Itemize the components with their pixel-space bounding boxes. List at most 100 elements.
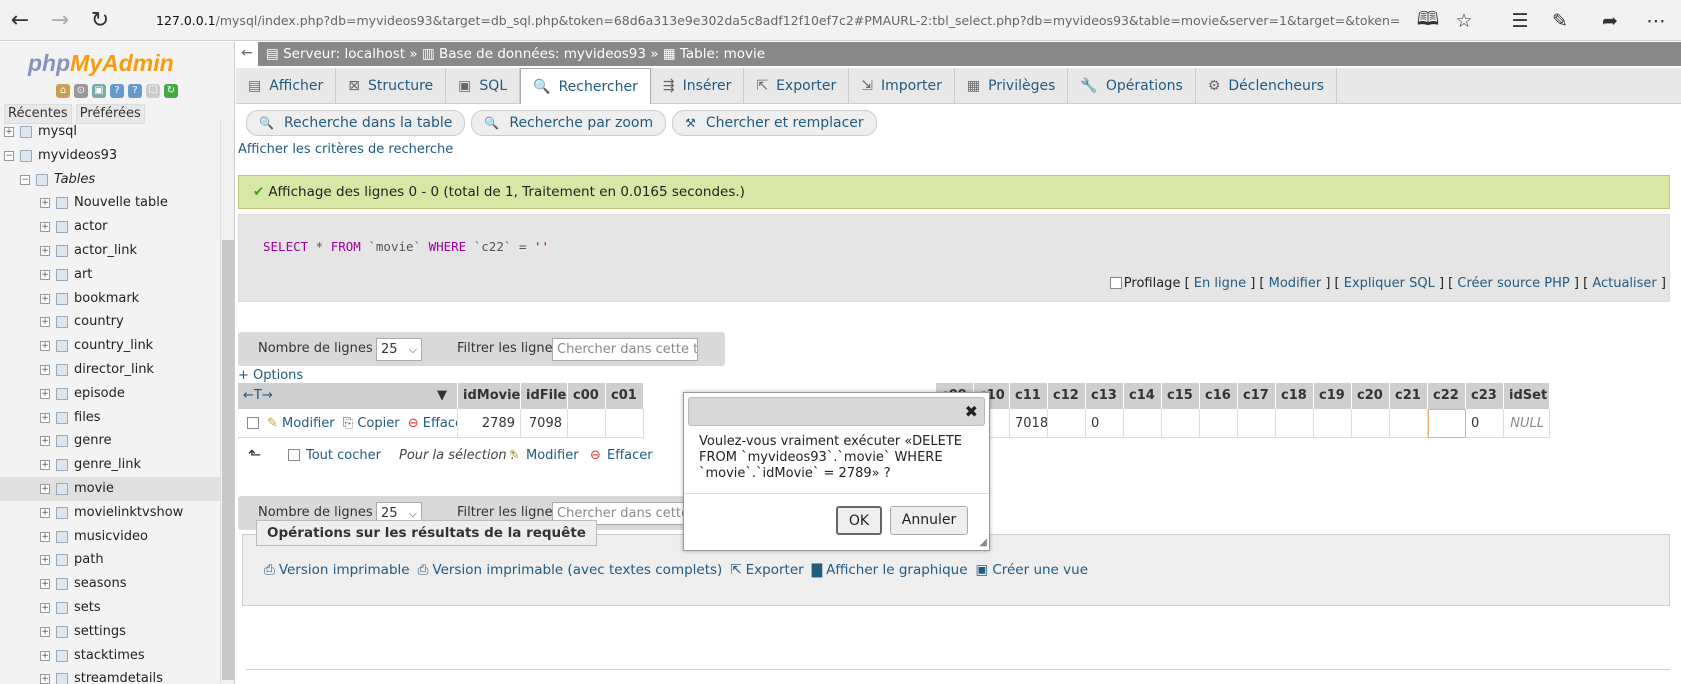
share-icon[interactable]: ➦ [1590,0,1630,41]
cell-c01[interactable] [606,409,644,438]
expand-icon[interactable]: + [40,602,50,613]
column-header-c17[interactable]: c17 [1238,383,1276,409]
forward-icon[interactable]: → [40,0,80,41]
close-icon[interactable]: ✖ [965,402,978,421]
tree-item[interactable]: + country_link [0,334,220,358]
tree-item[interactable]: − myvideos93 [0,144,220,168]
column-header-c19[interactable]: c19 [1314,383,1352,409]
address-bar[interactable]: 127.0.0.1/mysql/index.php?db=myvideos93&… [156,10,1401,32]
expand-icon[interactable]: + [40,507,50,518]
dialog-titlebar[interactable]: ✖ [688,397,985,426]
export-results-link[interactable]: ⇱ Exporter [730,562,803,578]
check-all-label[interactable]: Tout cocher [306,448,381,463]
subtab-2[interactable]: ⚒ Chercher et remplacer [672,110,877,136]
expand-icon[interactable]: + [40,531,50,542]
cell-c15[interactable] [1162,409,1200,438]
nav-scrollbar-thumb[interactable] [222,240,234,680]
tab-afficher[interactable]: ▤ Afficher [236,68,337,104]
tab-importer[interactable]: ⇲ Importer [849,68,955,104]
tree-item[interactable]: + actor_link [0,239,220,263]
bulk-edit-link[interactable]: Modifier [526,448,579,463]
expand-icon[interactable]: + [40,555,50,566]
home-icon[interactable]: ⌂ [56,84,70,98]
cell-idMovie[interactable]: 2789 [458,409,521,438]
column-header-c16[interactable]: c16 [1200,383,1238,409]
tree-item[interactable]: + path [0,548,220,572]
phpmyadmin-logo[interactable]: phpMyAdmin [28,50,174,77]
create-php-link[interactable]: Créer source PHP [1457,276,1569,291]
tree-item[interactable]: − Tables [0,168,220,192]
expand-icon[interactable]: + [40,579,50,590]
column-header-c15[interactable]: c15 [1162,383,1200,409]
tree-item[interactable]: + genre_link [0,453,220,477]
cell-idFile[interactable]: 7098 [521,409,568,438]
column-header-idFile[interactable]: idFile [521,383,568,409]
cell-c17[interactable] [1238,409,1276,438]
tree-item[interactable]: + sets [0,596,220,620]
tree-item[interactable]: + director_link [0,358,220,382]
tree-item[interactable]: + art [0,263,220,287]
cancel-button[interactable]: Annuler [890,506,968,535]
column-header-c22[interactable]: c22 [1428,383,1466,409]
expand-icon[interactable]: + [40,674,50,684]
tree-item[interactable]: + country [0,310,220,334]
row-edit-link[interactable]: Modifier [282,416,335,431]
column-header-idSet[interactable]: idSet [1504,383,1550,409]
cell-c11[interactable]: 7018 [1010,409,1048,438]
expand-icon[interactable]: + [40,460,50,471]
hub-icon[interactable]: ☰ [1500,0,1540,41]
cell-c20[interactable] [1352,409,1390,438]
tree-item[interactable]: + episode [0,382,220,406]
column-controls[interactable]: ←T→ ▼ [238,383,458,409]
rows-select[interactable]: 25 ⌵ [376,338,422,361]
tab-rechercher[interactable]: 🔍 Rechercher [520,68,651,104]
tree-item[interactable]: + settings [0,620,220,644]
cell-c22[interactable] [1428,409,1466,438]
ok-button[interactable]: OK [836,506,882,535]
favorite-star-icon[interactable]: ☆ [1444,0,1484,41]
more-icon[interactable]: ⋯ [1636,0,1676,41]
column-arrows-icon[interactable]: ←T→ [243,388,273,403]
tab-privileges[interactable]: ▦ Privilèges [955,68,1069,104]
create-view-link[interactable]: ▣ Créer une vue [976,562,1088,578]
cell-c13[interactable]: 0 [1086,409,1124,438]
reading-view-icon[interactable]: 🕮 [1408,0,1448,41]
expand-icon[interactable]: + [40,388,50,399]
expand-icon[interactable]: + [40,341,50,352]
help-icon[interactable]: ? [110,84,124,98]
column-header-c12[interactable]: c12 [1048,383,1086,409]
tree-item[interactable]: + files [0,406,220,430]
column-header-c11[interactable]: c11 [1010,383,1048,409]
column-header-c23[interactable]: c23 [1466,383,1504,409]
web-note-icon[interactable]: ✎ [1540,0,1580,41]
column-header-c00[interactable]: c00 [568,383,606,409]
edit-sql-link[interactable]: Modifier [1269,276,1322,291]
cell-c23[interactable]: 0 [1466,409,1504,438]
check-all-checkbox[interactable] [288,448,302,463]
column-header-idMovie[interactable]: idMovie [458,383,521,409]
sort-dropdown-icon[interactable]: ▼ [437,383,447,409]
reload-nav-icon[interactable]: ↻ [164,84,178,98]
show-criteria-link[interactable]: Afficher les critères de recherche [238,142,453,157]
tree-item[interactable]: + genre [0,429,220,453]
expand-icon[interactable]: + [40,412,50,423]
expand-icon[interactable]: + [4,127,14,137]
expand-icon[interactable]: + [40,436,50,447]
breadcrumb-database[interactable]: Base de données: myvideos93 [439,46,646,62]
tree-item[interactable]: + movie [0,476,220,501]
tab-structure[interactable]: ⊠ Structure [336,68,447,104]
row-delete-link[interactable]: Effacer [423,416,457,431]
column-header-c18[interactable]: c18 [1276,383,1314,409]
subtab-1[interactable]: 🔍 Recherche par zoom [471,110,667,136]
tab-exporter[interactable]: ⇱ Exporter [744,68,850,104]
expand-icon[interactable]: + [40,650,50,661]
expand-icon[interactable]: + [40,222,50,233]
options-link[interactable]: + Options [238,368,303,383]
print-view-full-link[interactable]: ⎙ Version imprimable (avec textes complet… [418,562,723,578]
back-icon[interactable]: ← [0,0,40,41]
settings-icon[interactable]: ☐ [146,84,160,98]
column-header-c14[interactable]: c14 [1124,383,1162,409]
tab-inserer[interactable]: ⇶ Insérer [651,68,745,104]
expand-icon[interactable]: + [40,293,50,304]
resize-grip-icon[interactable]: ◢ [979,537,987,548]
